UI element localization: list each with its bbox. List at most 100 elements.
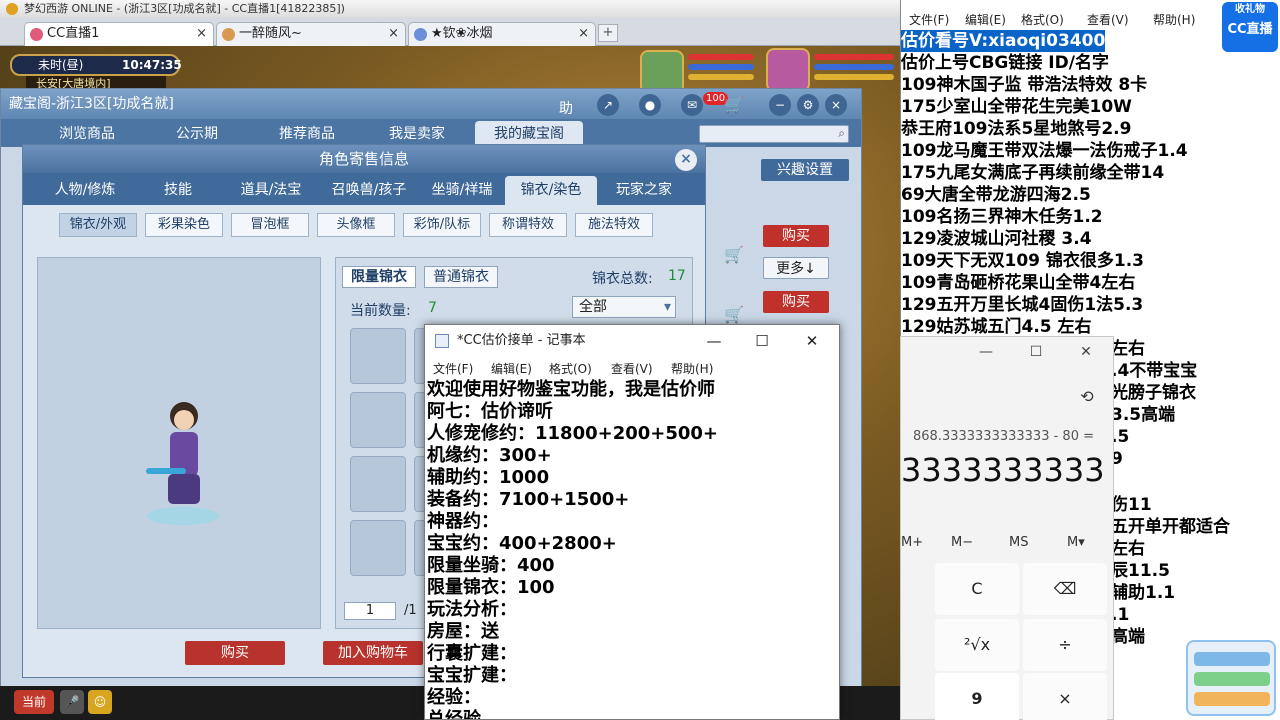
menu-file[interactable]: 文件(F) [909, 11, 949, 28]
more-button[interactable]: 更多↓ [763, 257, 829, 279]
microphone-icon[interactable]: 🎤 [60, 690, 84, 714]
digit-9-button[interactable]: 9 [935, 673, 1019, 720]
subtab-title-effect[interactable]: 称谓特效 [489, 213, 567, 237]
text-line: 175九尾女满底子再续前缘全带14 [901, 163, 1165, 183]
search-input[interactable]: ⌕ [699, 125, 849, 143]
buy-button[interactable]: 购买 [763, 291, 829, 313]
filter-select[interactable]: 全部 ▾ [572, 296, 676, 318]
share-icon[interactable]: ↗ [597, 94, 619, 116]
minimize-icon[interactable]: — [961, 337, 1011, 367]
tab-drunk-wind[interactable]: 一醉随风~ × [216, 22, 406, 46]
cart-icon[interactable]: 🛒 [723, 245, 745, 265]
search-icon[interactable]: ⌕ [838, 126, 845, 141]
close-icon[interactable]: ✕ [1061, 337, 1111, 367]
close-tab-icon[interactable]: × [388, 23, 399, 45]
menu-help[interactable]: 帮助(H) [1153, 11, 1195, 28]
buy-button[interactable]: 购买 [185, 641, 285, 665]
mem-subtract-button[interactable]: M− [951, 535, 973, 550]
text-line: 经验： [427, 687, 481, 708]
clear-button[interactable]: C [935, 563, 1019, 615]
tab-ice-smoke[interactable]: ★钦❀冰烟 × [408, 22, 596, 46]
text-line: 左右 [1111, 539, 1145, 559]
tab-items[interactable]: 道具/法宝 [223, 176, 319, 205]
notepad-text-area[interactable]: 欢迎使用好物鉴宝功能，我是估价师 阿七：估价谛听 人修宠修约：11800+200… [427, 379, 837, 719]
mem-store-button[interactable]: MS [1009, 535, 1028, 550]
time-period: 未时(昼) [38, 58, 84, 72]
close-tab-icon[interactable]: × [196, 23, 207, 45]
notepad-appraisal: *CC估价接单 - 记事本 — ☐ ✕ 文件(F) 编辑(E) 格式(O) 查看… [424, 324, 840, 720]
tab-label: ★钦❀冰烟 [431, 26, 493, 41]
close-icon[interactable]: × [825, 94, 847, 116]
subtab-cast-effect[interactable]: 施法特效 [575, 213, 653, 237]
text-line: 阿七：估价谛听 [427, 401, 553, 422]
maximize-icon[interactable]: ☐ [739, 325, 785, 357]
cart-icon[interactable]: 🛒 [723, 305, 745, 325]
tab-normal-costume[interactable]: 普通锦衣 [424, 266, 498, 288]
menu-file[interactable]: 文件(F) [433, 360, 473, 377]
minimize-icon[interactable]: — [691, 325, 737, 357]
costume-slot[interactable] [350, 520, 406, 576]
menu-edit[interactable]: 编辑(E) [491, 360, 532, 377]
channel-button[interactable]: 当前 [14, 690, 54, 714]
total-label: 锦衣总数: [592, 271, 653, 287]
page-input[interactable]: 1 [344, 602, 396, 620]
subtab-avatar-frame[interactable]: 头像框 [317, 213, 395, 237]
text-line: 机缘约：300+ [427, 445, 552, 466]
tab-label: 一醉随风~ [239, 26, 302, 41]
close-icon[interactable]: × [675, 149, 697, 171]
text-line: 109神木国子监 带浩法特效 8卡 [901, 75, 1148, 95]
menu-format[interactable]: 格式(O) [549, 360, 592, 377]
cbg-header: 藏宝阁-浙江3区[功成名就] 助 ↗ ● ✉ 100 🛒 − ⚙ × [1, 89, 861, 119]
tab-mounts[interactable]: 坐骑/祥瑞 [417, 176, 507, 205]
close-icon[interactable]: ✕ [789, 325, 835, 357]
cart-icon[interactable]: 🛒 [723, 94, 745, 116]
tab-player-home[interactable]: 玩家之家 [599, 176, 689, 205]
menu-help[interactable]: 帮助(H) [671, 360, 713, 377]
subtab-dye[interactable]: 彩果染色 [145, 213, 223, 237]
buy-button[interactable]: 购买 [763, 225, 829, 247]
menu-edit[interactable]: 编辑(E) [965, 11, 1006, 28]
tab-skills[interactable]: 技能 [135, 176, 221, 205]
tab-costumes[interactable]: 锦衣/染色 [505, 176, 597, 205]
new-tab-button[interactable]: + [598, 24, 618, 42]
subtab-team-badge[interactable]: 彩饰/队标 [403, 213, 481, 237]
text-line: 109青岛砸桥花果山全带4左右 [901, 273, 1136, 293]
menu-view[interactable]: 查看(V) [611, 360, 653, 377]
text-line: 109天下无双109 锦衣很多1.3 [901, 251, 1145, 271]
settings-icon[interactable]: ⚙ [797, 94, 819, 116]
text-line: 高端 [1111, 627, 1145, 647]
square-root-button[interactable]: ²√x [935, 619, 1019, 671]
tab-limited-costume[interactable]: 限量锦衣 [342, 266, 416, 288]
tab-pets[interactable]: 召唤兽/孩子 [319, 176, 419, 205]
pet-exp-bar [688, 74, 754, 80]
tab-cc-live-1[interactable]: CC直播1 × [24, 22, 214, 46]
player-portrait[interactable] [766, 48, 810, 92]
menu-format[interactable]: 格式(O) [1021, 11, 1064, 28]
cc-live-logo: 收礼物 CC直播 [1222, 2, 1278, 52]
backspace-button[interactable]: ⌫ [1023, 563, 1107, 615]
text-line: 129姑苏城五门4.5 左右 [901, 317, 1092, 337]
costume-slot-wing[interactable] [350, 328, 406, 384]
add-to-cart-button[interactable]: 加入购物车 [323, 641, 423, 665]
calc-expression: 868.3333333333333 - 80 = [913, 429, 1094, 444]
costume-slot[interactable] [350, 456, 406, 512]
interest-settings-button[interactable]: 兴趣设置 [761, 159, 849, 181]
mem-list-button[interactable]: M▾ [1067, 535, 1085, 550]
history-icon[interactable]: ⟲ [1075, 387, 1099, 411]
record-icon[interactable]: ● [639, 94, 661, 116]
minimize-icon[interactable]: − [769, 94, 791, 116]
subtab-bubble[interactable]: 冒泡框 [231, 213, 309, 237]
divide-button[interactable]: ÷ [1023, 619, 1107, 671]
text-line: 69大唐全带龙游四海2.5 [901, 185, 1091, 205]
costume-slot-hair[interactable] [350, 392, 406, 448]
maximize-icon[interactable]: ☐ [1011, 337, 1061, 367]
subtab-appearance[interactable]: 锦衣/外观 [59, 213, 137, 237]
close-tab-icon[interactable]: × [578, 23, 589, 45]
emoji-icon[interactable]: ☺ [88, 690, 112, 714]
tab-character[interactable]: 人物/修炼 [37, 176, 133, 205]
text-line: 恭王府109法系5星地煞号2.9 [901, 119, 1132, 139]
message-icon[interactable]: ✉ [681, 94, 703, 116]
multiply-button[interactable]: × [1023, 673, 1107, 720]
mem-add-button[interactable]: M+ [901, 535, 923, 550]
menu-view[interactable]: 查看(V) [1087, 11, 1129, 28]
